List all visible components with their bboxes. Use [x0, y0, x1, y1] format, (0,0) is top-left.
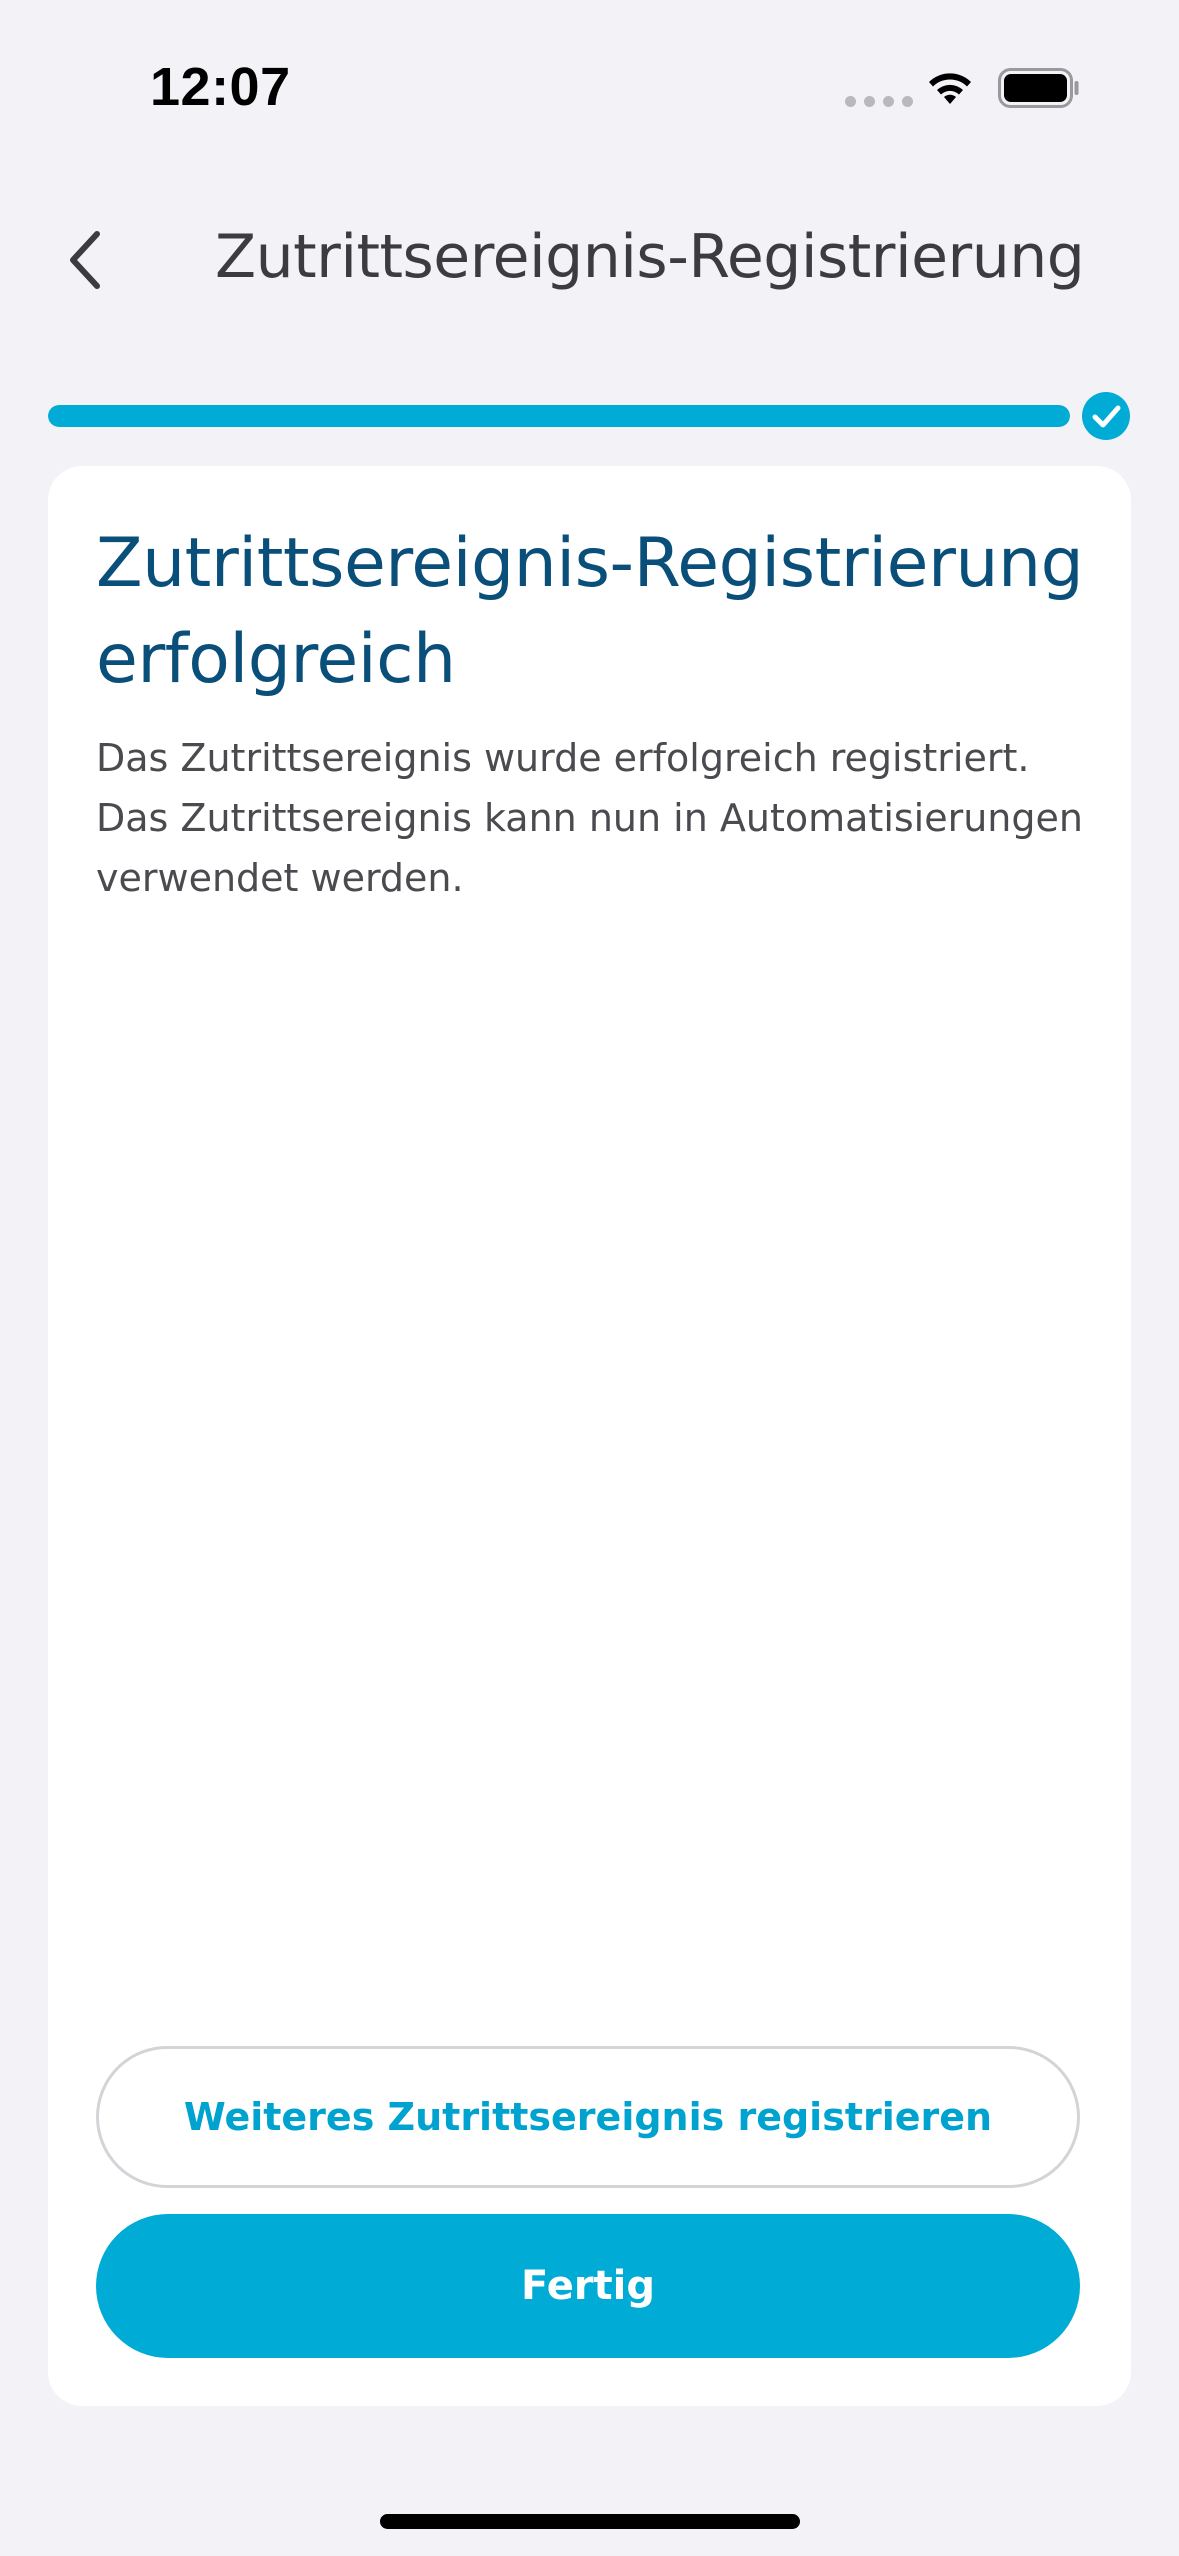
done-button[interactable]: Fertig	[96, 2214, 1080, 2358]
screen: 12:07 Zutrittsereignis-Registrierung Zut…	[0, 0, 1179, 2556]
cellular-signal-icon	[845, 96, 913, 107]
chevron-left-icon	[70, 231, 100, 289]
status-time: 12:07	[150, 57, 291, 117]
success-message: Das Zutrittsereignis wurde erfolgreich r…	[96, 736, 1083, 900]
progress-bar-fill	[48, 405, 1070, 427]
status-bar: 12:07	[0, 0, 1179, 160]
battery-icon	[998, 68, 1079, 108]
progress-bar	[48, 405, 1070, 427]
register-another-button[interactable]: Weiteres Zutrittsereignis registrieren	[96, 2046, 1080, 2188]
success-title: Zutrittsereignis-Registrierung erfolgrei…	[96, 524, 1084, 699]
back-button[interactable]	[40, 220, 130, 300]
success-card: Zutrittsereignis-Registrierung erfolgrei…	[48, 466, 1131, 2406]
home-indicator[interactable]	[380, 2514, 800, 2529]
page-title: Zutrittsereignis-Registrierung	[215, 222, 1085, 292]
navigation-bar: Zutrittsereignis-Registrierung	[0, 200, 1179, 320]
check-circle-icon	[1082, 392, 1130, 440]
wifi-icon	[929, 73, 971, 104]
